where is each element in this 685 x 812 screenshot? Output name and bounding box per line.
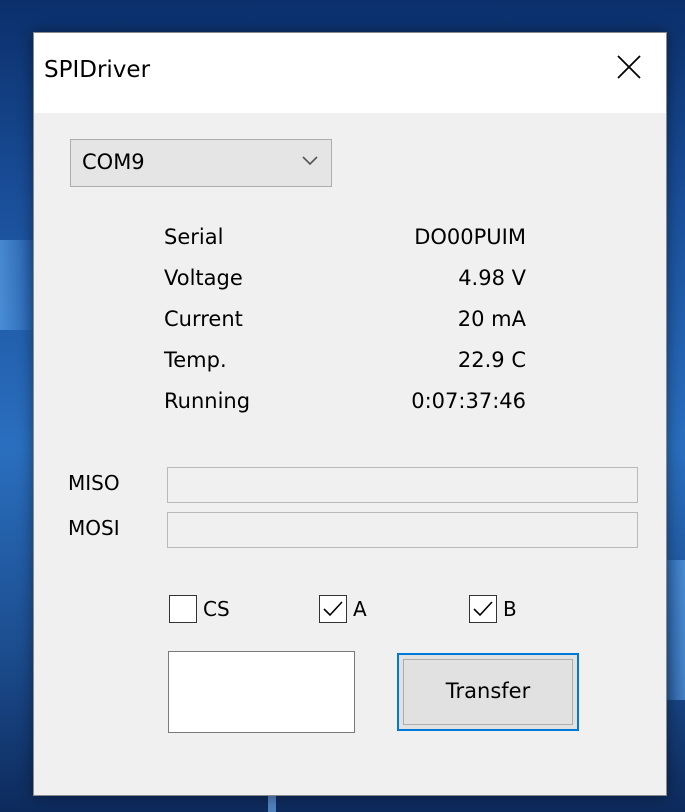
title-bar[interactable]: SPIDriver bbox=[34, 33, 666, 113]
checkmark-icon bbox=[323, 601, 343, 617]
port-select-value: COM9 bbox=[82, 150, 145, 174]
serial-value: DO00PUIM bbox=[414, 225, 526, 249]
transfer-button[interactable]: Transfer bbox=[397, 653, 579, 731]
miso-label: MISO bbox=[68, 471, 120, 495]
voltage-label: Voltage bbox=[164, 266, 243, 290]
window-title: SPIDriver bbox=[44, 57, 151, 83]
checkmark-icon bbox=[473, 601, 493, 617]
b-checkbox-label: B bbox=[503, 597, 517, 621]
miso-field bbox=[167, 467, 638, 503]
mosi-field bbox=[167, 512, 638, 548]
data-input[interactable] bbox=[168, 651, 355, 733]
temp-value: 22.9 C bbox=[457, 348, 526, 372]
temp-label: Temp. bbox=[164, 348, 227, 372]
spidriver-window: SPIDriver COM9 Serial DO00PUIM Voltage 4… bbox=[33, 32, 667, 796]
close-icon bbox=[617, 55, 641, 79]
taskbar-glint bbox=[268, 795, 276, 812]
b-checkbox-box[interactable] bbox=[469, 595, 497, 623]
a-checkbox-box[interactable] bbox=[319, 595, 347, 623]
port-select[interactable]: COM9 bbox=[70, 139, 332, 187]
mosi-label: MOSI bbox=[68, 516, 120, 540]
a-checkbox-label: A bbox=[353, 597, 367, 621]
running-value: 0:07:37:46 bbox=[411, 389, 526, 413]
chevron-down-icon bbox=[302, 156, 318, 166]
running-label: Running bbox=[164, 389, 251, 413]
current-label: Current bbox=[164, 307, 243, 331]
current-value: 20 mA bbox=[457, 307, 526, 331]
voltage-value: 4.98 V bbox=[458, 266, 526, 290]
transfer-button-label: Transfer bbox=[445, 679, 531, 703]
close-button[interactable] bbox=[596, 33, 666, 103]
serial-label: Serial bbox=[164, 225, 224, 249]
cs-checkbox-box[interactable] bbox=[169, 595, 197, 623]
cs-checkbox-label: CS bbox=[203, 597, 230, 621]
